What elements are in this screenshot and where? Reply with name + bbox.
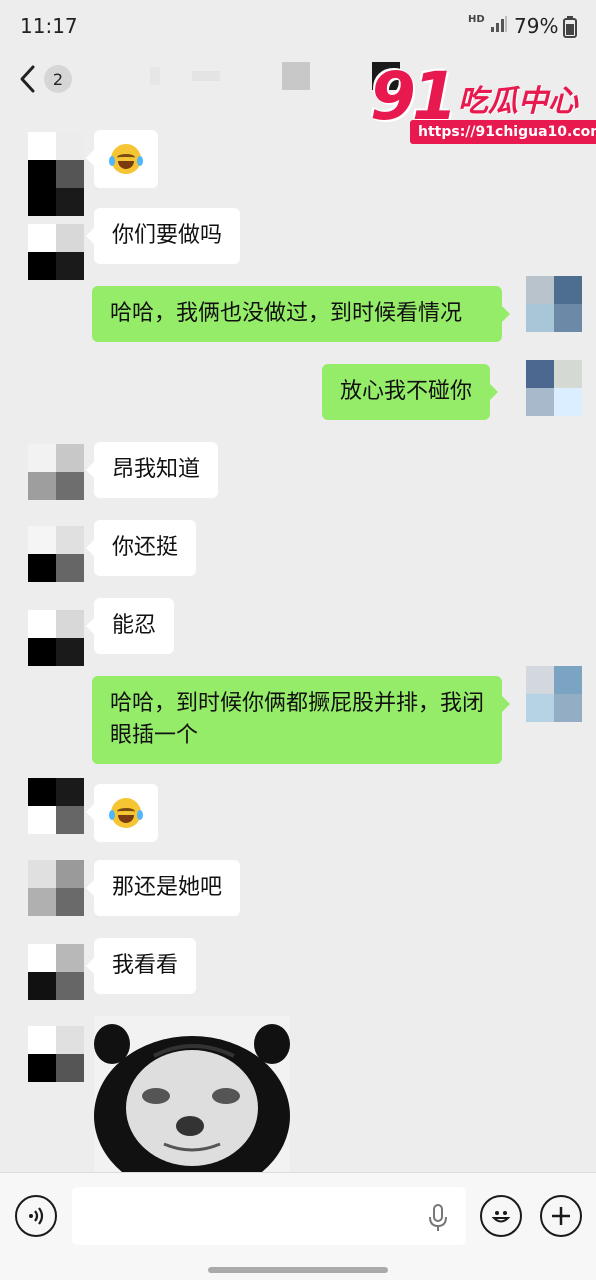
home-indicator[interactable] bbox=[208, 1267, 388, 1273]
message-text: 你们要做吗 bbox=[112, 223, 223, 248]
message-bubble[interactable] bbox=[86, 130, 158, 188]
message-text: 你还挺 bbox=[112, 535, 179, 560]
contact-avatar[interactable] bbox=[28, 526, 84, 582]
message-text: 哈哈，我俩也没做过，到时候看情况 bbox=[110, 301, 463, 326]
message-bubble-outgoing[interactable]: 哈哈，到时候你俩都撅屁股并排，我闭眼插一个 bbox=[92, 676, 510, 764]
more-button[interactable] bbox=[540, 1195, 582, 1237]
panda-meme-sticker[interactable] bbox=[94, 1016, 290, 1172]
chat-title-mosaic[interactable] bbox=[150, 56, 400, 96]
status-bar: 11:17 HD 79% bbox=[0, 0, 596, 50]
contact-avatar[interactable] bbox=[28, 944, 84, 1000]
back-button[interactable]: 2 bbox=[18, 62, 88, 96]
message-bubble[interactable]: 你们要做吗 bbox=[85, 208, 241, 264]
voice-button[interactable] bbox=[15, 1195, 57, 1237]
voice-icon bbox=[29, 1207, 44, 1225]
message-text: 昂我知道 bbox=[112, 457, 201, 482]
network-label: HD bbox=[468, 14, 485, 25]
contact-avatar[interactable] bbox=[28, 778, 84, 834]
message-text: 放心我不碰你 bbox=[340, 379, 473, 404]
unread-count-badge: 2 bbox=[44, 65, 72, 93]
contact-avatar[interactable] bbox=[28, 860, 84, 916]
chevron-left-icon bbox=[20, 65, 35, 93]
message-list[interactable]: 你们要做吗 哈哈，我俩也没做过，到时候看情况 放心我不碰你 昂我知道 你还挺 能… bbox=[0, 120, 596, 1172]
message-input[interactable] bbox=[72, 1187, 466, 1245]
message-text: 那还是她吧 bbox=[112, 875, 223, 900]
self-avatar[interactable] bbox=[526, 666, 582, 722]
battery-percent: 79% bbox=[514, 14, 559, 38]
battery-icon bbox=[563, 16, 577, 38]
emoji-button[interactable] bbox=[480, 1195, 522, 1237]
mosaic-block bbox=[192, 71, 220, 81]
tears-of-joy-emoji-icon bbox=[109, 798, 143, 828]
contact-avatar[interactable] bbox=[28, 132, 84, 216]
self-avatar[interactable] bbox=[526, 276, 582, 332]
message-bubble[interactable]: 能忍 bbox=[85, 598, 175, 654]
microphone-icon[interactable] bbox=[428, 1203, 448, 1233]
mosaic-block bbox=[282, 62, 310, 90]
contact-avatar[interactable] bbox=[28, 610, 84, 666]
self-avatar[interactable] bbox=[526, 360, 582, 416]
signal-icon bbox=[491, 16, 507, 32]
emoji-icon bbox=[491, 1211, 511, 1223]
message-bubble[interactable]: 昂我知道 bbox=[85, 442, 219, 498]
message-text: 能忍 bbox=[112, 613, 157, 638]
mosaic-block bbox=[150, 67, 160, 85]
contact-avatar[interactable] bbox=[28, 224, 84, 280]
message-text: 哈哈，到时候你俩都撅屁股并排，我闭眼插一个 bbox=[110, 691, 485, 748]
tears-of-joy-emoji-icon bbox=[109, 144, 143, 174]
chat-header: 2 91 吃瓜中心 https://91chigua10.com bbox=[0, 50, 596, 144]
message-bubble[interactable] bbox=[86, 784, 158, 842]
panda-face-icon bbox=[94, 1016, 290, 1172]
message-bubble[interactable]: 你还挺 bbox=[85, 520, 197, 576]
input-bar bbox=[0, 1172, 596, 1280]
message-bubble[interactable]: 那还是她吧 bbox=[85, 860, 241, 916]
status-time: 11:17 bbox=[20, 14, 78, 38]
message-bubble-outgoing[interactable]: 放心我不碰你 bbox=[322, 364, 499, 420]
message-bubble[interactable]: 我看看 bbox=[85, 938, 197, 994]
message-bubble-outgoing[interactable]: 哈哈，我俩也没做过，到时候看情况 bbox=[92, 286, 510, 342]
contact-avatar[interactable] bbox=[28, 444, 84, 500]
watermark-name: 吃瓜中心 bbox=[458, 84, 578, 119]
contact-avatar[interactable] bbox=[28, 1026, 84, 1082]
plus-icon bbox=[552, 1207, 570, 1225]
message-text: 我看看 bbox=[112, 953, 179, 978]
